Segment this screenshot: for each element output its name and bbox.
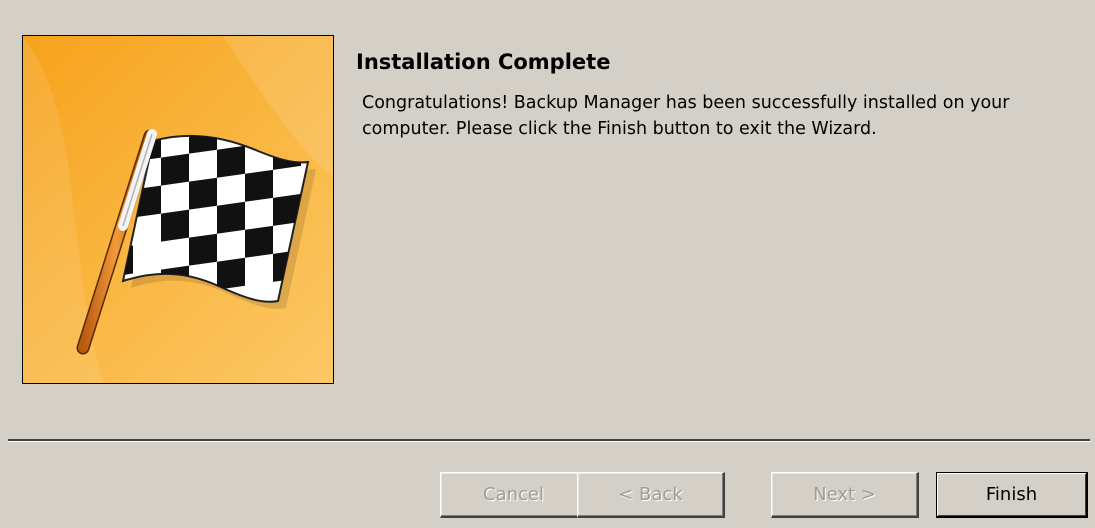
next-button[interactable]: Next > [771, 472, 919, 518]
back-button-label: < Back [618, 484, 683, 505]
finish-button[interactable]: Finish [936, 472, 1088, 518]
installer-wizard-dialog: Installation Complete Congratulations! B… [0, 0, 1095, 528]
next-button-label: Next > [813, 484, 876, 505]
wizard-banner [22, 35, 334, 384]
checkered-flag-icon [23, 36, 333, 383]
completion-message: Congratulations! Backup Manager has been… [362, 93, 1010, 139]
back-button[interactable]: < Back [577, 472, 725, 518]
cancel-button[interactable]: Cancel [440, 472, 588, 518]
button-separator [8, 439, 1090, 442]
cancel-button-label: Cancel [483, 484, 544, 505]
finish-button-label: Finish [985, 484, 1038, 505]
wizard-content: Installation Complete Congratulations! B… [356, 50, 1076, 142]
page-title: Installation Complete [356, 50, 611, 74]
